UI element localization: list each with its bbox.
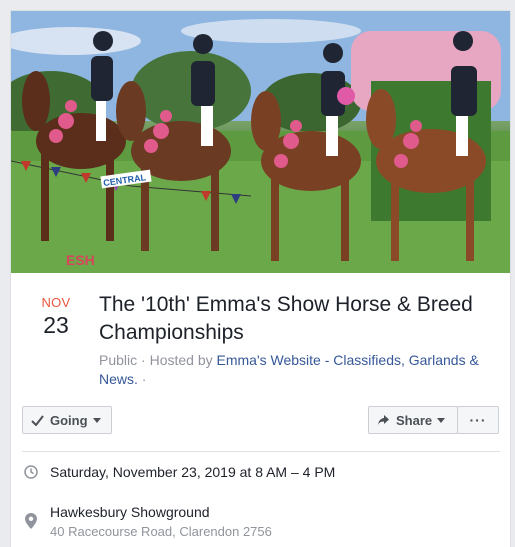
event-meta: Public · Hosted by Emma's Website - Clas… xyxy=(99,351,499,389)
more-options-button[interactable]: ··· xyxy=(457,406,499,434)
cover-illustration: CENTRAL ESH xyxy=(11,11,510,273)
chevron-down-icon xyxy=(437,417,446,423)
event-hosted-prefix: · Hosted by xyxy=(137,352,217,368)
event-date-month: NOV xyxy=(41,295,71,310)
event-date-block: NOV 23 xyxy=(31,295,81,339)
event-venue[interactable]: Hawkesbury Showground xyxy=(50,503,272,522)
event-card: CENTRAL ESH NOV 23 The '10th' Emma's Sho… xyxy=(10,10,511,547)
cover-watermark: ESH xyxy=(66,252,95,268)
event-address: 40 Racecourse Road, Clarendon 2756 xyxy=(50,524,272,539)
event-title[interactable]: The '10th' Emma's Show Horse & Breed Cha… xyxy=(99,291,499,347)
section-divider xyxy=(22,451,500,452)
going-button[interactable]: Going xyxy=(22,406,112,434)
event-date-day: 23 xyxy=(43,312,69,338)
share-button[interactable]: Share xyxy=(368,406,458,434)
event-datetime[interactable]: Saturday, November 23, 2019 at 8 AM – 4 … xyxy=(50,463,335,484)
event-meta-trailing: · xyxy=(137,371,147,387)
going-button-label: Going xyxy=(50,412,88,428)
share-button-label: Share xyxy=(396,412,433,428)
more-options-icon: ··· xyxy=(469,412,487,428)
checkmark-icon xyxy=(31,414,44,426)
share-arrow-icon xyxy=(378,415,389,425)
event-datetime-row: Saturday, November 23, 2019 at 8 AM – 4 … xyxy=(22,463,492,484)
event-visibility: Public xyxy=(99,352,138,368)
event-location-row: Hawkesbury Showground 40 Racecourse Road… xyxy=(22,503,492,541)
clock-icon xyxy=(22,463,50,484)
chevron-down-icon xyxy=(92,417,101,423)
location-pin-icon xyxy=(22,503,50,541)
event-cover-photo[interactable]: CENTRAL ESH xyxy=(11,11,510,273)
